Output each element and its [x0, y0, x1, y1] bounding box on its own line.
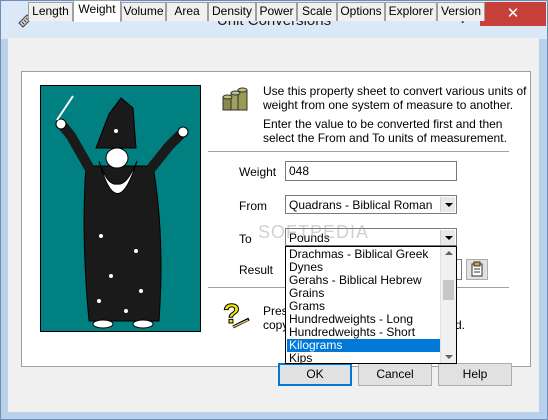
tab-volume[interactable]: Volume [121, 2, 166, 21]
scroll-up-icon[interactable] [445, 251, 453, 255]
result-label: Result [239, 263, 274, 277]
intro-line-1: Use this property sheet to convert vario… [263, 84, 527, 98]
intro-line-4: select the From and To units of measurem… [263, 131, 507, 145]
copy-result-button[interactable] [466, 259, 488, 280]
from-select[interactable]: Quadrans - Biblical Roman [285, 195, 457, 214]
tab-length[interactable]: Length [28, 2, 73, 21]
tab-options[interactable]: Options [337, 2, 385, 21]
weight-input[interactable]: 048 [285, 161, 457, 181]
ok-button[interactable]: OK [278, 363, 352, 386]
help-button[interactable]: Help [438, 363, 512, 386]
scroll-down-icon[interactable] [445, 355, 453, 359]
watermark: SOFTPEDIA [258, 222, 370, 242]
tab-scale[interactable]: Scale [297, 2, 337, 21]
intro-line-2: weight from one system of measure to ano… [263, 98, 514, 112]
clipboard-icon [471, 261, 483, 277]
tab-power[interactable]: Power [256, 2, 297, 21]
to-select-dropdown[interactable]: Drachmas - Biblical Greek Dynes Gerahs -… [285, 246, 457, 364]
close-button[interactable]: ✕ [480, 2, 546, 26]
dropdown-scrollbar[interactable] [440, 247, 456, 363]
question-pencil-icon: ? [223, 298, 250, 330]
intro-line-3: Enter the value to be converted first an… [263, 117, 503, 131]
from-label: From [239, 199, 267, 213]
weight-label: Weight [239, 165, 277, 179]
tab-version[interactable]: Version [437, 2, 485, 21]
tab-explorer[interactable]: Explorer [385, 2, 437, 21]
chevron-down-icon[interactable] [440, 230, 455, 245]
tab-density[interactable]: Density [208, 2, 256, 21]
dropdown-option[interactable]: Kips [287, 352, 440, 364]
tab-area[interactable]: Area [166, 2, 208, 21]
cancel-button[interactable]: Cancel [358, 363, 432, 386]
weights-icon [222, 87, 248, 111]
from-select-value: Quadrans - Biblical Roman [289, 198, 433, 212]
chevron-down-icon[interactable] [440, 197, 455, 212]
separator-top [208, 151, 509, 153]
wizard-illustration [55, 95, 189, 329]
to-label: To [239, 232, 252, 246]
tab-weight[interactable]: Weight [73, 0, 121, 22]
wizard-image [40, 85, 201, 332]
help-text-line-1: Pres [263, 304, 288, 318]
scroll-thumb[interactable] [443, 280, 454, 300]
